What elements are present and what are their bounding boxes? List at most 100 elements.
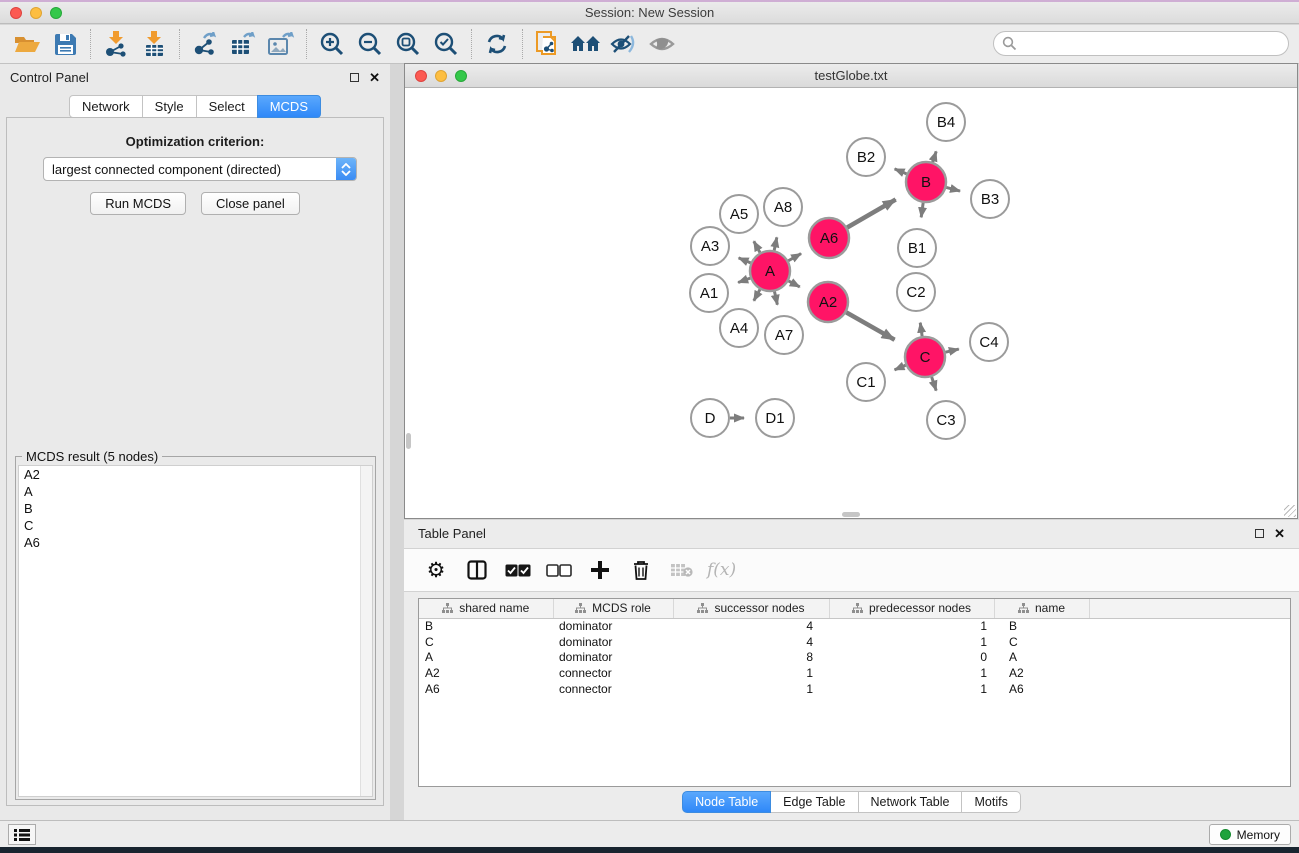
table-close-icon[interactable]: ✕ — [1274, 527, 1285, 540]
clone-network-button[interactable] — [529, 28, 567, 60]
graph-node-B2[interactable]: B2 — [847, 138, 885, 176]
export-image-button[interactable] — [262, 28, 300, 60]
result-list-item[interactable]: B — [19, 500, 372, 517]
graph-edge-B-B4[interactable] — [933, 151, 937, 162]
export-table-button[interactable] — [224, 28, 262, 60]
graph-node-A2[interactable]: A2 — [808, 282, 848, 322]
graph-edge-A-A1[interactable] — [738, 278, 750, 282]
table-float-icon[interactable] — [1255, 529, 1264, 538]
graph-node-B4[interactable]: B4 — [927, 103, 965, 141]
graph-node-B[interactable]: B — [906, 162, 946, 202]
tab-mcds[interactable]: MCDS — [257, 95, 321, 118]
task-history-button[interactable] — [8, 824, 36, 845]
graph-node-A3[interactable]: A3 — [691, 227, 729, 265]
result-list-item[interactable]: A — [19, 483, 372, 500]
import-network-button[interactable] — [97, 28, 135, 60]
float-panel-icon[interactable] — [350, 73, 359, 82]
search-input[interactable] — [1017, 34, 1288, 54]
graph-node-B3[interactable]: B3 — [971, 180, 1009, 218]
result-list-item[interactable]: A6 — [19, 534, 372, 551]
graph-edge-A2-C[interactable] — [846, 312, 894, 339]
graph-node-C2[interactable]: C2 — [897, 273, 935, 311]
graph-node-A4[interactable]: A4 — [720, 309, 758, 347]
graph-edge-A-A8[interactable] — [774, 237, 777, 250]
delete-button[interactable] — [625, 555, 657, 585]
tab-select[interactable]: Select — [196, 95, 258, 118]
graph-node-A8[interactable]: A8 — [764, 188, 802, 226]
hide-graphics-button[interactable] — [605, 28, 643, 60]
table-row[interactable]: A6connector11A6 — [419, 681, 1290, 697]
deselect-all-button[interactable] — [543, 555, 575, 585]
tab-style[interactable]: Style — [142, 95, 197, 118]
table-row[interactable]: A2connector11A2 — [419, 665, 1290, 681]
network-minimize-button[interactable] — [435, 70, 447, 82]
table-row[interactable]: Cdominator41C — [419, 634, 1290, 650]
zoom-in-button[interactable] — [313, 28, 351, 60]
tab-node-table[interactable]: Node Table — [682, 791, 771, 813]
result-scrollbar[interactable] — [360, 466, 372, 796]
close-window-button[interactable] — [10, 7, 22, 19]
graph-node-D[interactable]: D — [691, 399, 729, 437]
open-session-button[interactable] — [8, 28, 46, 60]
memory-button[interactable]: Memory — [1209, 824, 1291, 845]
graph-node-A6[interactable]: A6 — [809, 218, 849, 258]
vertical-scrollbar-thumb[interactable] — [406, 433, 411, 449]
window-controls[interactable] — [10, 7, 62, 19]
table-row[interactable]: Adominator80A — [419, 649, 1290, 665]
graph-node-B1[interactable]: B1 — [898, 229, 936, 267]
node-table[interactable]: shared nameMCDS rolesuccessor nodesprede… — [418, 598, 1291, 787]
save-session-button[interactable] — [46, 28, 84, 60]
horizontal-scrollbar-thumb[interactable] — [842, 512, 860, 517]
graph-edge-A-A3[interactable] — [739, 258, 751, 263]
result-list-item[interactable]: A2 — [19, 466, 372, 483]
graph-edge-A-A4[interactable] — [754, 289, 760, 300]
graph-node-C[interactable]: C — [905, 337, 945, 377]
home-layout-button[interactable] — [567, 28, 605, 60]
tab-network-table[interactable]: Network Table — [858, 791, 963, 813]
graph-edge-C-C3[interactable] — [932, 377, 937, 391]
graph-node-A5[interactable]: A5 — [720, 195, 758, 233]
column-header-name[interactable]: name — [994, 599, 1089, 618]
toolbar-search[interactable] — [993, 31, 1289, 56]
graph-edge-A-A2[interactable] — [789, 281, 800, 287]
zoom-selected-button[interactable] — [427, 28, 465, 60]
network-maximize-button[interactable] — [455, 70, 467, 82]
table-row[interactable]: Bdominator41B — [419, 618, 1290, 634]
mcds-result-list[interactable]: A2ABCA6 — [18, 465, 373, 797]
add-column-button[interactable] — [584, 555, 616, 585]
minimize-window-button[interactable] — [30, 7, 42, 19]
graph-node-A1[interactable]: A1 — [690, 274, 728, 312]
import-table-button[interactable] — [135, 28, 173, 60]
close-panel-icon[interactable]: ✕ — [369, 71, 380, 84]
graph-node-C1[interactable]: C1 — [847, 363, 885, 401]
column-header-shared-name[interactable]: shared name — [419, 599, 553, 618]
graph-edge-C-C1[interactable] — [895, 365, 906, 370]
result-list-item[interactable]: C — [19, 517, 372, 534]
network-window-controls[interactable] — [415, 70, 467, 82]
zoom-out-button[interactable] — [351, 28, 389, 60]
maximize-window-button[interactable] — [50, 7, 62, 19]
graph-node-A[interactable]: A — [750, 251, 790, 291]
network-close-button[interactable] — [415, 70, 427, 82]
graph-edge-A-A7[interactable] — [774, 292, 777, 305]
refresh-view-button[interactable] — [478, 28, 516, 60]
graph-node-A7[interactable]: A7 — [765, 316, 803, 354]
network-graph[interactable]: B4B2BB3A5A8A6A3B1AA1C2A2A4A7C4CC1C3DD1 — [405, 88, 1297, 518]
run-mcds-button[interactable]: Run MCDS — [90, 192, 186, 215]
graph-edge-A-A5[interactable] — [754, 241, 760, 252]
graph-edge-A-A6[interactable] — [788, 254, 801, 261]
graph-edge-A6-B[interactable] — [847, 199, 896, 227]
show-graphics-button[interactable] — [643, 28, 681, 60]
zoom-fit-button[interactable] — [389, 28, 427, 60]
close-panel-button[interactable]: Close panel — [201, 192, 300, 215]
resize-grip[interactable] — [1284, 505, 1296, 517]
select-all-button[interactable] — [502, 555, 534, 585]
optimization-criterion-dropdown[interactable]: largest connected component (directed) — [43, 157, 357, 181]
tab-network[interactable]: Network — [69, 95, 143, 118]
graph-node-C3[interactable]: C3 — [927, 401, 965, 439]
function-builder-button[interactable]: f(x) — [707, 555, 736, 585]
graph-edge-B-B3[interactable] — [946, 187, 960, 191]
graph-edge-B-B1[interactable] — [921, 203, 923, 217]
graph-edge-C-C2[interactable] — [920, 323, 922, 336]
graph-node-D1[interactable]: D1 — [756, 399, 794, 437]
